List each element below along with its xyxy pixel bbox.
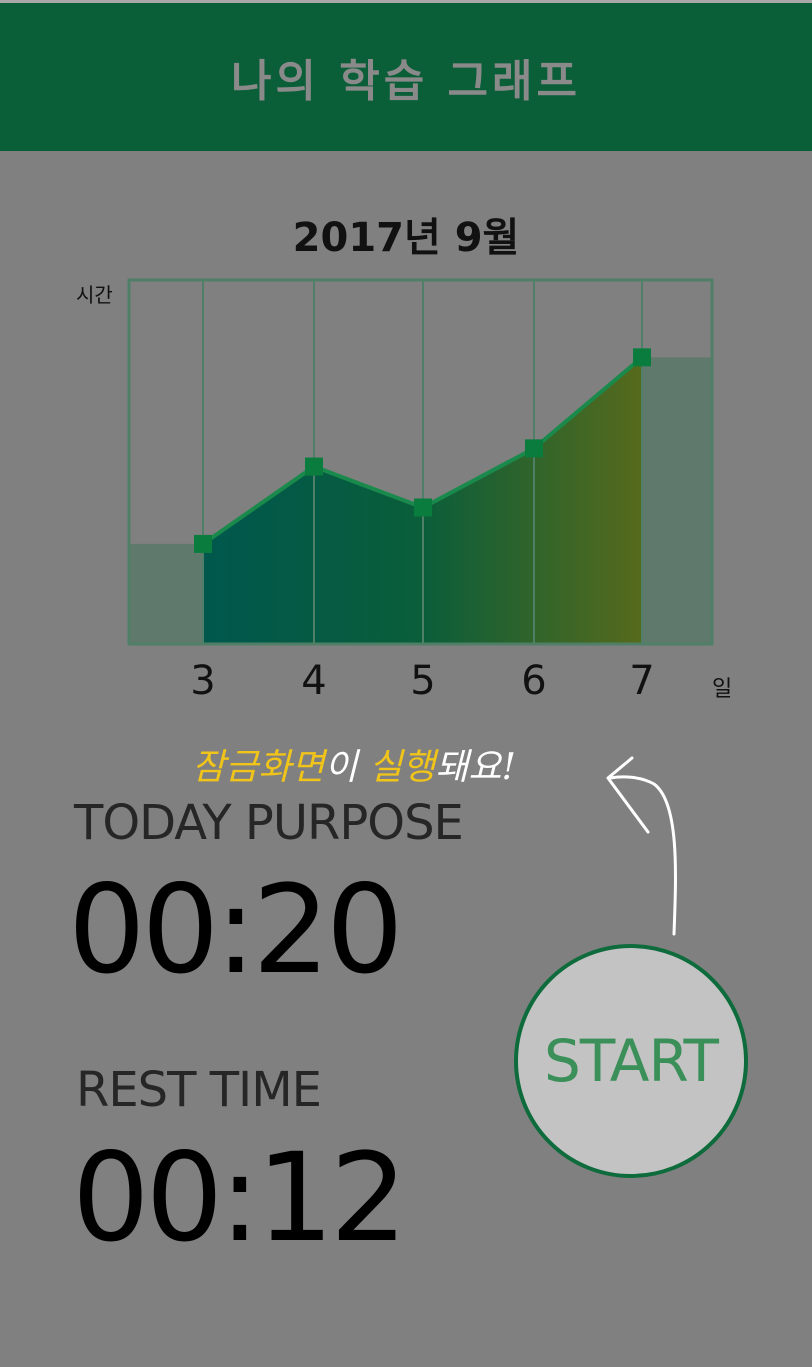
curved-arrow-icon — [606, 756, 677, 936]
data-point-6 — [525, 439, 543, 458]
area-side-right — [642, 357, 712, 644]
x-tick-label-5: 5 — [410, 658, 435, 704]
x-axis-label: 일 — [712, 677, 732, 702]
y-axis-label: 시간 — [76, 283, 113, 307]
rest-time-label: REST TIME — [76, 1062, 322, 1118]
rest-time-value: 00:12 — [72, 1127, 408, 1269]
app-title: 나의 학습 그래프 — [231, 56, 581, 107]
learning-chart: 3 4 5 6 7 시간일 — [76, 278, 732, 704]
start-button-label: START — [544, 1027, 719, 1095]
hint-part-2: 이 — [324, 747, 370, 788]
today-purpose-label: TODAY PURPOSE — [74, 795, 464, 851]
hint-part-3: 실행 — [369, 747, 436, 788]
hint-part-1: 잠금화면 — [192, 747, 325, 788]
data-point-5 — [414, 498, 432, 517]
x-tick-label-6: 6 — [521, 658, 546, 704]
data-point-3 — [194, 534, 212, 553]
lock-screen-hint: 잠금화면이 실행돼요! — [192, 738, 516, 790]
x-tick-label-4: 4 — [301, 658, 326, 704]
hint-part-4: 돼요! — [435, 747, 517, 788]
data-point-7 — [633, 348, 651, 367]
today-purpose-time: 00:20 — [68, 859, 404, 1001]
data-point-4 — [305, 457, 323, 476]
start-button[interactable]: START — [514, 944, 748, 1178]
chart-title: 2017년 9월 — [292, 215, 520, 261]
app-header: 나의 학습 그래프 — [0, 3, 812, 151]
area-side-left — [129, 543, 203, 644]
x-tick-label-7: 7 — [629, 658, 654, 704]
x-tick-label-3: 3 — [190, 658, 215, 704]
